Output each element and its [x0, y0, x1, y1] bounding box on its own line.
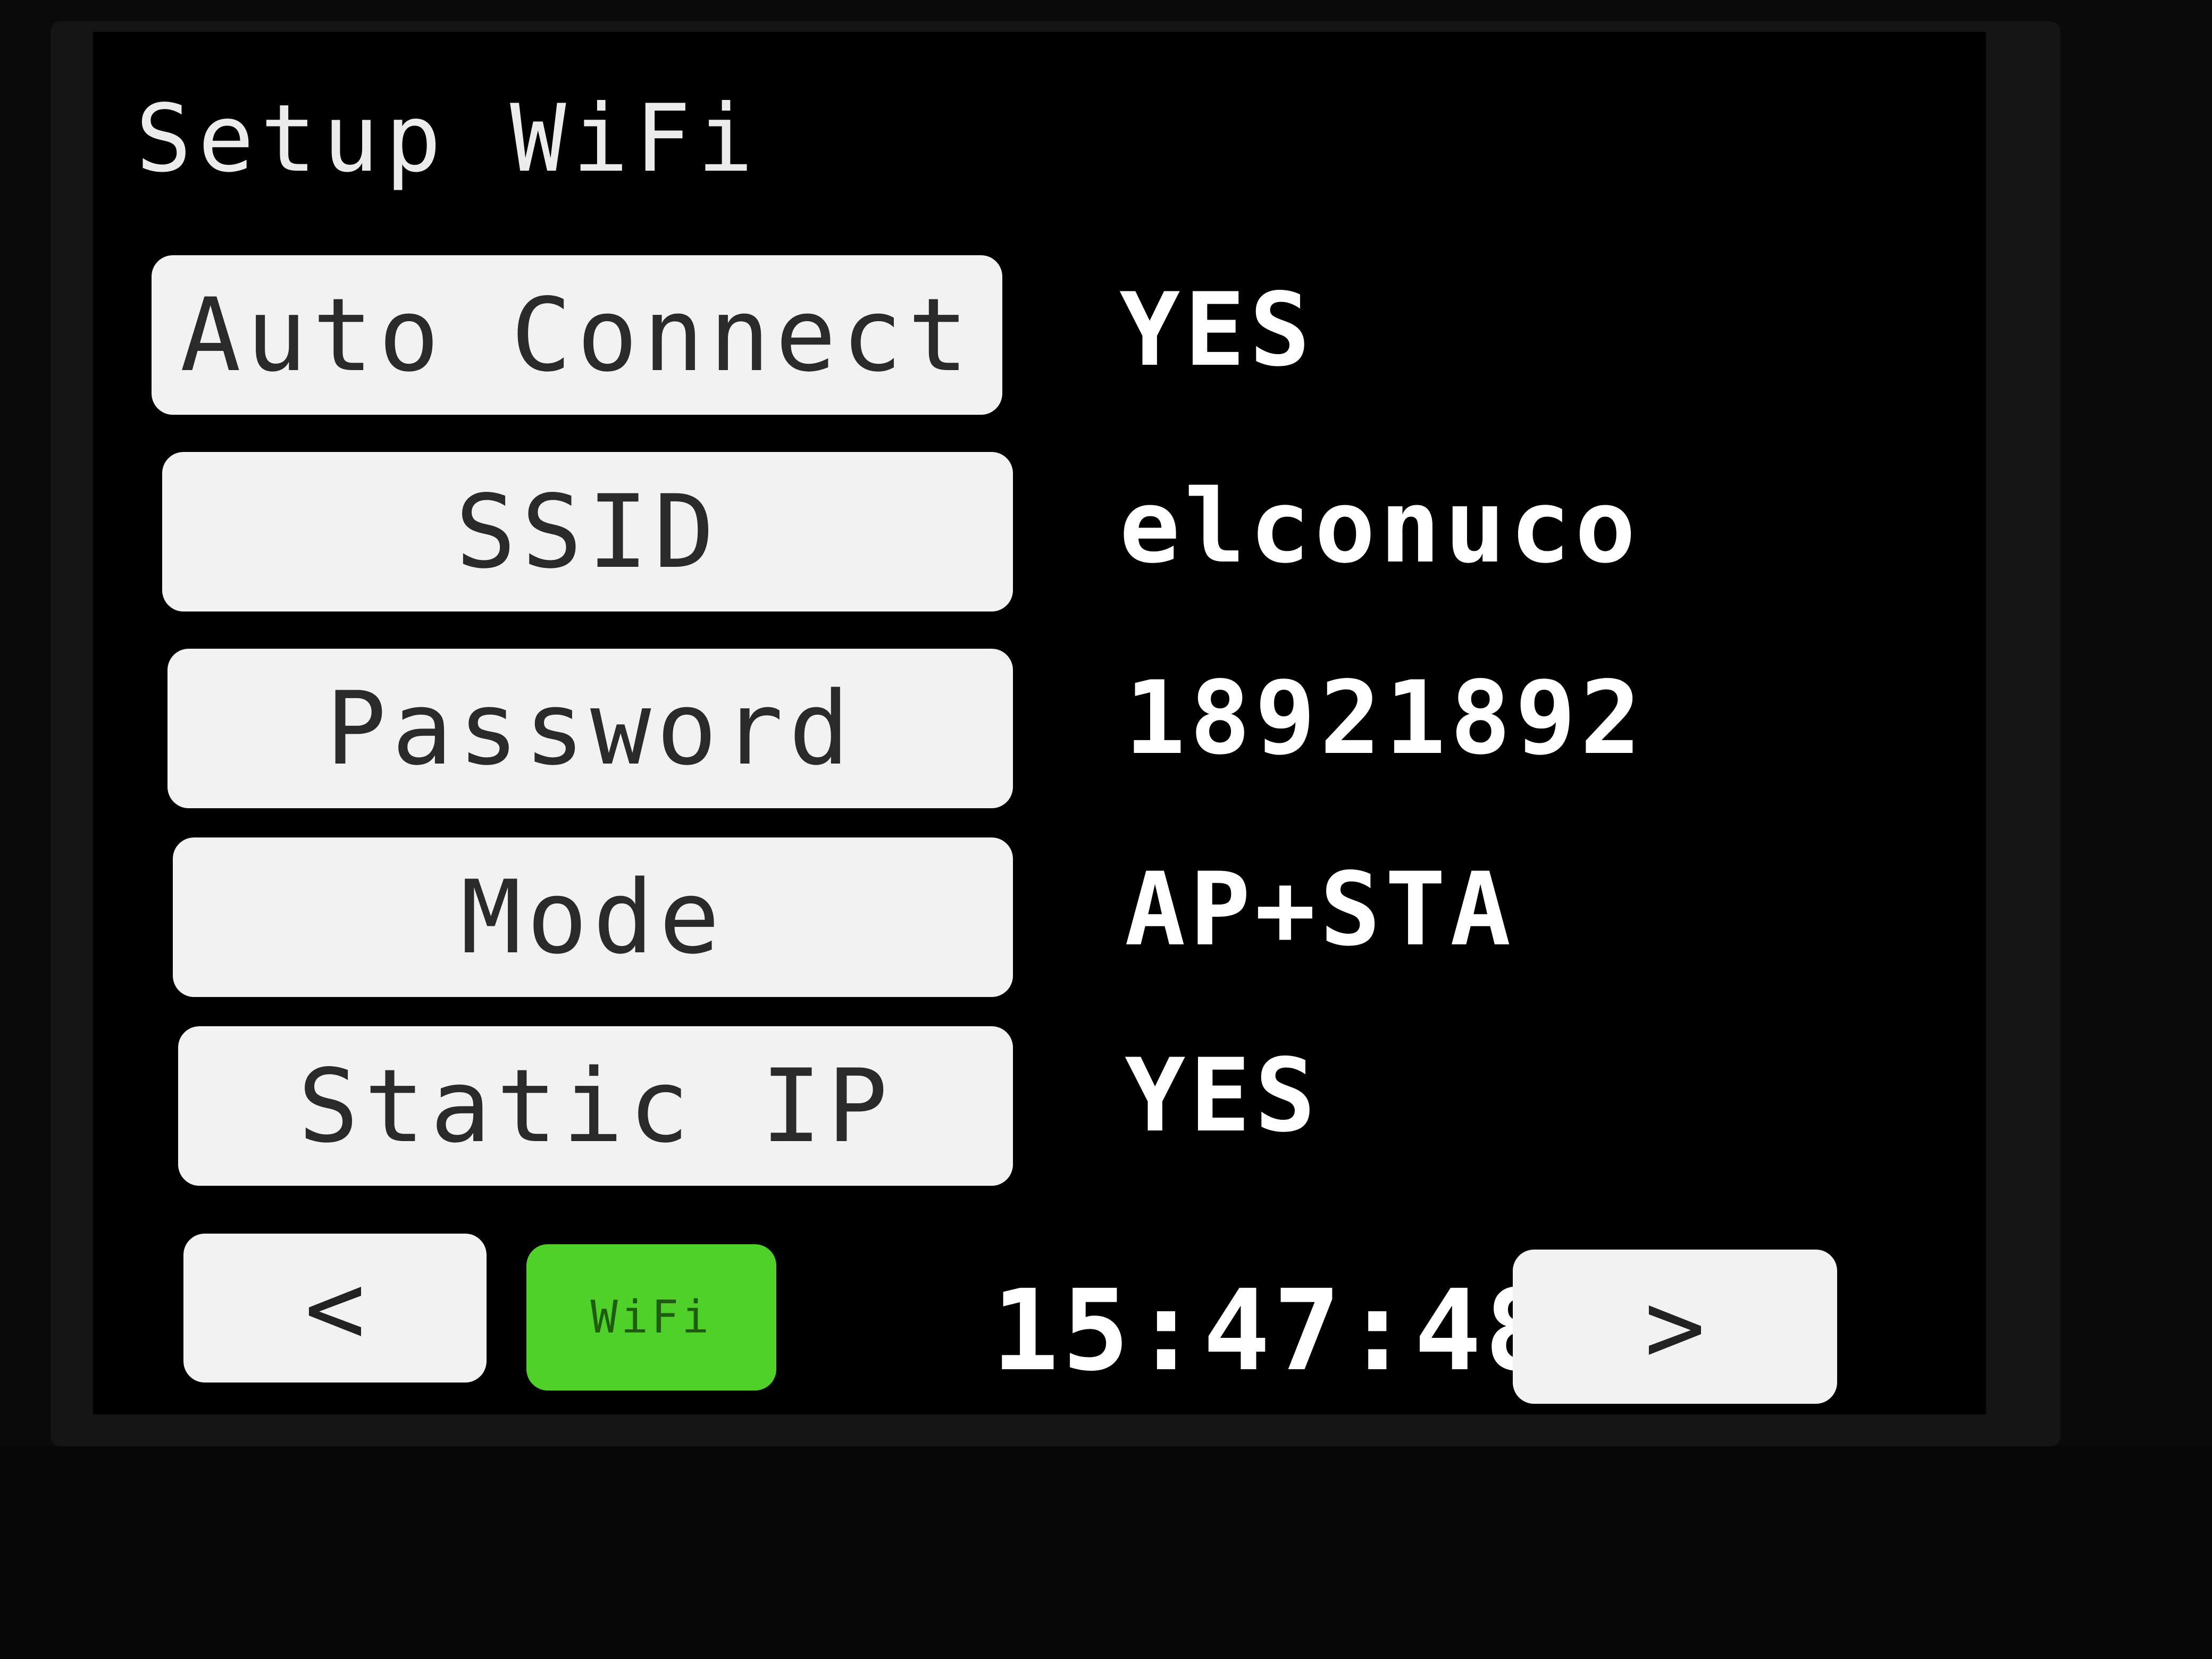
ssid-button[interactable]: SSID	[162, 452, 1013, 611]
page-title: Setup WiFi	[136, 85, 760, 193]
clock-display: 15:47:48	[992, 1266, 1555, 1396]
ssid-value: elconuco	[1119, 468, 1640, 585]
lcd-screen: Setup WiFi Auto Connect YES SSID elconuc…	[93, 32, 1986, 1414]
password-value: 18921892	[1125, 659, 1646, 777]
static-ip-value: YES	[1125, 1037, 1320, 1154]
chevron-left-icon: <	[304, 1249, 366, 1367]
auto-connect-value: YES	[1119, 271, 1315, 389]
static-ip-button[interactable]: Static IP	[178, 1026, 1013, 1186]
chevron-right-icon: >	[1644, 1268, 1706, 1386]
mode-value: AP+STA	[1125, 851, 1515, 968]
wifi-label: WiFi	[590, 1291, 713, 1344]
mode-button[interactable]: Mode	[173, 837, 1013, 997]
back-button[interactable]: <	[183, 1234, 487, 1382]
auto-connect-button[interactable]: Auto Connect	[152, 255, 1002, 415]
next-button[interactable]: >	[1513, 1250, 1837, 1404]
device-bottom-panel	[0, 1446, 2212, 1659]
wifi-status-badge[interactable]: WiFi	[526, 1244, 776, 1390]
password-button[interactable]: Password	[167, 649, 1013, 808]
